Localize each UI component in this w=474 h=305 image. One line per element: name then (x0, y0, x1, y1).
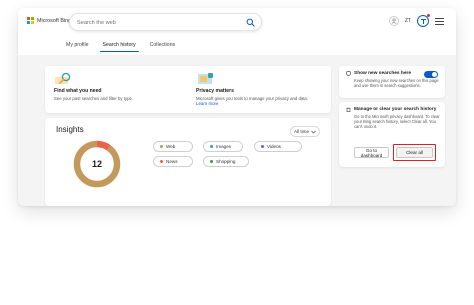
menu-icon[interactable] (435, 17, 444, 25)
category-pill-news[interactable]: News (153, 156, 193, 167)
top-header: Microsoft Bing ZT (18, 8, 456, 38)
manage-title-row: Manage or clear your search history (346, 107, 436, 112)
feature-title: Find what you need (54, 88, 102, 94)
manage-title: Manage or clear your search history (354, 107, 437, 112)
new-searches-desc: Keep showing your new searches on this p… (354, 78, 439, 89)
bing-logo[interactable]: Microsoft Bing (27, 17, 71, 24)
main-content: Find what you need See your past searche… (18, 55, 456, 206)
trash-icon (346, 107, 351, 112)
feature-find: Find what you need See your past searche… (54, 72, 179, 101)
insights-title: Insights (56, 125, 84, 134)
search-input[interactable] (77, 17, 237, 28)
time-filter-label: All time (293, 129, 310, 134)
donut-total-count: 12 (91, 159, 102, 169)
learn-more-link[interactable]: Learn more (196, 101, 321, 106)
category-dot (210, 160, 213, 163)
category-label: Images (216, 144, 232, 149)
search-icon[interactable] (246, 18, 255, 27)
search-box[interactable] (69, 13, 262, 31)
feature-desc: See your past searches and filter by typ… (54, 95, 134, 101)
category-label: News (166, 159, 178, 164)
shield-icon (346, 71, 351, 76)
category-dot (210, 145, 213, 148)
tab-search-history[interactable]: Search history (96, 41, 143, 52)
go-to-dashboard-button[interactable]: Go to dashboard (354, 147, 389, 158)
new-searches-title-row: Show new searches here (346, 71, 411, 76)
feature-title: Privacy matters (196, 88, 234, 94)
tab-my-profile[interactable]: My profile (59, 41, 96, 52)
profile-tabs: My profile Search history Collections (59, 41, 182, 52)
avatar-icon[interactable] (388, 16, 399, 26)
show-new-searches-toggle[interactable] (424, 71, 438, 78)
manage-desc: Go to the Microsoft privacy dashboard. T… (354, 114, 440, 130)
insights-card: Insights All time 12 Web Images Videos N… (45, 118, 331, 206)
privacy-illustration-icon (196, 72, 216, 86)
category-dot (261, 145, 264, 148)
logo-text: Microsoft Bing (37, 17, 72, 24)
category-dot (160, 145, 163, 148)
chevron-down-icon (311, 130, 316, 133)
category-label: Shopping (216, 159, 236, 164)
notification-dot (427, 14, 430, 17)
new-searches-card: Show new searches here Keep showing your… (339, 66, 445, 98)
time-filter-dropdown[interactable]: All time (290, 126, 320, 137)
rewards-icon[interactable] (417, 14, 430, 27)
browser-window: Microsoft Bing ZT My profile Search hist… (18, 8, 456, 206)
category-pill-videos[interactable]: Videos (254, 141, 302, 152)
category-label: Web (166, 144, 176, 149)
category-dot (160, 160, 163, 163)
new-searches-title: Show new searches here (354, 71, 412, 76)
header-actions: ZT (388, 14, 444, 27)
category-pill-web[interactable]: Web (153, 141, 193, 152)
microsoft-logo-icon (27, 17, 34, 24)
category-pill-shopping[interactable]: Shopping (203, 156, 249, 167)
feature-card: Find what you need See your past searche… (45, 66, 331, 113)
language-label[interactable]: ZT (405, 18, 411, 24)
magnifier-illustration-icon (54, 72, 74, 86)
category-label: Videos (267, 144, 281, 149)
tab-collections[interactable]: Collections (143, 41, 182, 52)
feature-privacy: Privacy matters Microsoft gives you tool… (196, 72, 321, 106)
clear-all-highlight-box (393, 144, 436, 161)
category-pill-images[interactable]: Images (203, 141, 243, 152)
manage-history-card: Manage or clear your search history Go t… (339, 102, 445, 167)
